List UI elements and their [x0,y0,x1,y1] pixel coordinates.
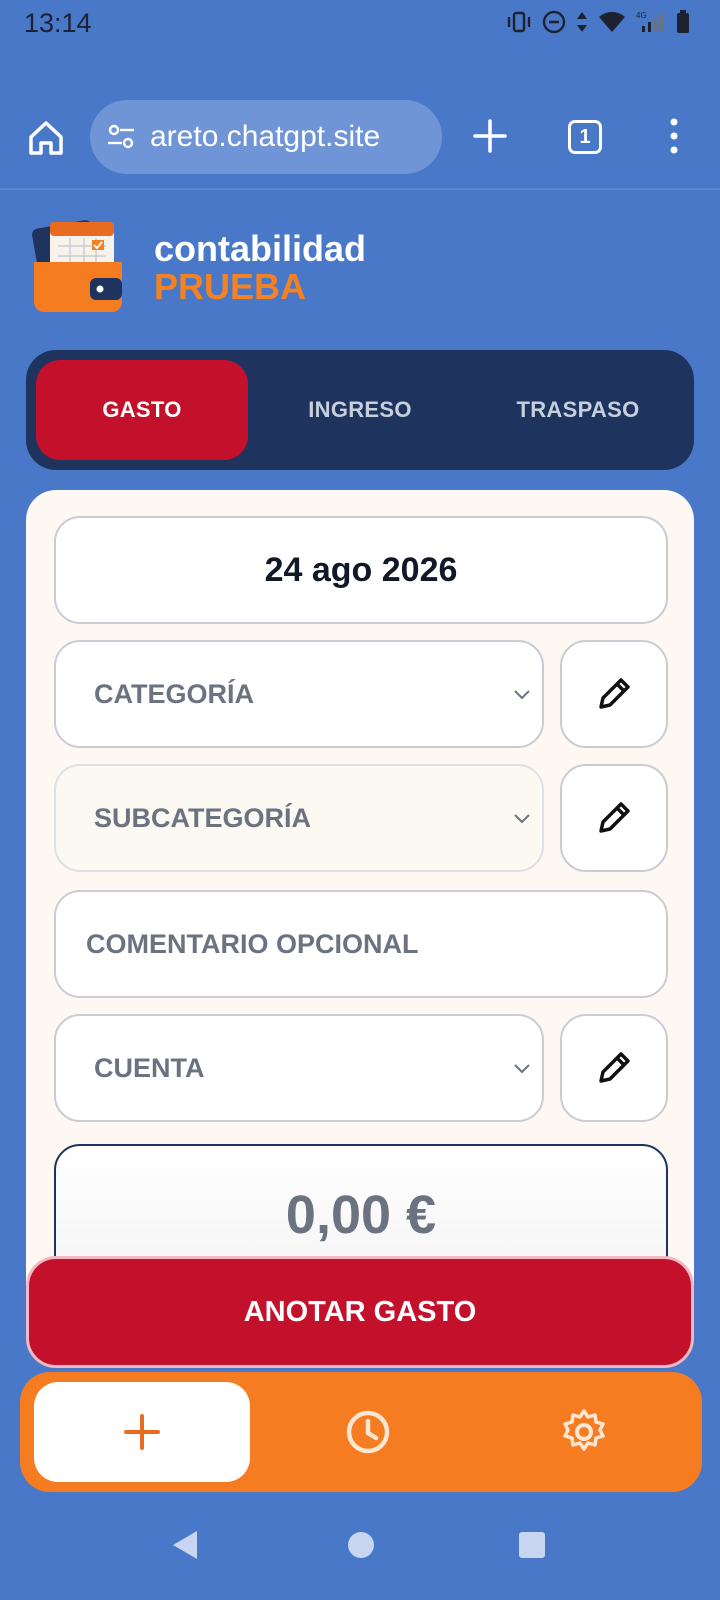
home-icon[interactable] [26,118,66,158]
account-select[interactable]: CUENTA [54,1014,544,1122]
status-time: 13:14 [24,8,92,38]
subcategory-select[interactable]: SUBCATEGORÍA [54,764,544,872]
chevron-down-icon [514,690,530,700]
pencil-icon [599,802,630,833]
tab-switcher-button[interactable]: 1 [568,120,602,154]
subcategory-select-value: SUBCATEGORÍA [94,802,312,833]
wallet-logo-icon [32,220,122,312]
url-text: areto.chatgpt.site [150,120,381,153]
category-select[interactable]: CATEGORÍA [54,640,544,748]
account-select-value: CUENTA [94,1052,205,1083]
back-icon[interactable] [170,1528,200,1562]
vibrate-icon [507,11,531,33]
tab-traspaso[interactable]: TRASPASO [472,360,684,460]
battery-icon [677,10,689,33]
nav-history[interactable] [260,1382,476,1482]
svg-text:4G: 4G [636,11,647,20]
app-subtitle: PRUEBA [154,266,307,307]
more-menu-icon[interactable] [664,116,684,156]
tab-gasto[interactable]: GASTO [36,360,248,460]
gear-icon [563,1409,605,1451]
clock-icon [346,1410,390,1454]
bottom-navigation [20,1372,702,1492]
pencil-icon [599,1052,630,1083]
tab-ingreso[interactable]: INGRESO [254,360,466,460]
submit-expense-button[interactable]: ANOTAR GASTO [26,1256,694,1368]
expense-form: 24 ago 2026 CATEGORÍA SUBCATEGORÍA COMEN… [26,490,694,1304]
site-settings-icon[interactable] [106,122,136,152]
plus-icon [124,1414,160,1450]
status-bar: 13:14 4G [0,0,720,48]
browser-toolbar: areto.chatgpt.site 1 [0,100,720,190]
chevron-down-icon [514,1064,530,1074]
status-icons: 4G [506,10,690,34]
nav-add[interactable] [34,1382,250,1482]
recents-icon[interactable] [517,1528,547,1562]
category-select-value: CATEGORÍA [94,678,254,709]
new-tab-icon[interactable] [472,118,508,154]
edit-account-button[interactable] [560,1014,668,1122]
edit-subcategory-button[interactable] [560,764,668,872]
app-title: contabilidad [154,228,367,269]
do-not-disturb-icon [542,10,566,34]
address-bar[interactable]: areto.chatgpt.site [90,100,442,174]
home-circle-icon[interactable] [346,1528,376,1562]
chevron-down-icon [514,814,530,824]
transaction-type-tabs: GASTO INGRESO TRASPASO [26,350,694,470]
pencil-icon [599,678,630,709]
date-field[interactable]: 24 ago 2026 [54,516,668,624]
app-header: contabilidad PRUEBA [32,214,692,324]
system-navigation-bar [0,1508,720,1600]
comment-input[interactable]: COMENTARIO OPCIONAL [54,890,668,998]
wifi-icon [599,11,625,32]
edit-category-button[interactable] [560,640,668,748]
cellular-signal-icon: 4G [636,11,663,32]
data-arrows-icon [577,12,587,32]
nav-settings[interactable] [476,1382,692,1482]
